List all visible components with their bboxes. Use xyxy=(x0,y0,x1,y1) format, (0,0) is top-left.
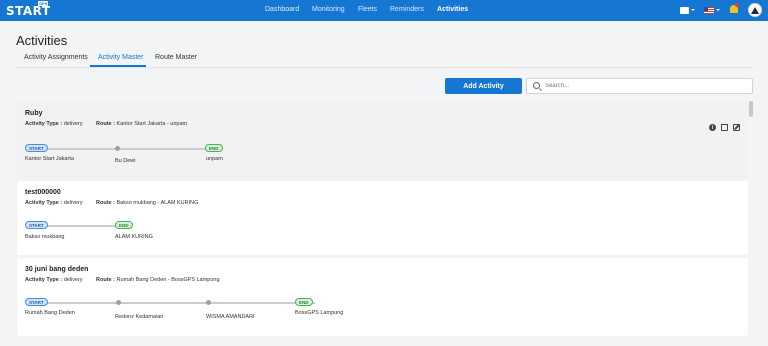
activity-route: Route : Bakso mukbang - ALAM KURING xyxy=(96,200,198,206)
activity-type-value: delivery xyxy=(63,121,83,127)
top-nav-bar: START GPS Dashboard Monitoring Fleets Re… xyxy=(0,0,768,21)
stop-label: Kantor Start Jakarta xyxy=(25,156,74,162)
end-badge: END xyxy=(295,298,313,306)
nav-monitoring[interactable]: Monitoring xyxy=(312,6,345,13)
activity-type: Activity Type : delivery xyxy=(25,121,83,127)
start-badge: START xyxy=(25,221,48,229)
route-label: Route : xyxy=(96,121,115,127)
scrollbar[interactable] xyxy=(749,101,753,117)
us-flag-icon[interactable] xyxy=(704,7,714,14)
activity-type: Activity Type : delivery xyxy=(25,277,83,283)
start-badge: START xyxy=(25,144,48,152)
notification-dot xyxy=(735,3,739,7)
activity-type-value: delivery xyxy=(63,200,83,206)
add-activity-button[interactable]: Add Activity xyxy=(445,78,522,94)
stop-label: WISMA AMANDARI xyxy=(206,314,255,320)
chevron-down-icon[interactable] xyxy=(716,9,720,11)
route-value: Bakso mukbang - ALAM KURING xyxy=(116,200,199,206)
stop-marker xyxy=(206,300,211,305)
stop-label: Bakso mukbang xyxy=(25,234,65,240)
activity-card[interactable]: test000000 Activity Type : delivery Rout… xyxy=(17,181,748,255)
nav-fleets[interactable]: Fleets xyxy=(358,6,377,13)
activity-type-value: delivery xyxy=(63,277,83,283)
stop-marker xyxy=(116,300,121,305)
activity-name: test000000 xyxy=(25,189,61,196)
end-badge: END xyxy=(205,144,223,152)
activity-name: Ruby xyxy=(25,110,43,117)
route-value: Kantor Start Jakarta - unpam xyxy=(116,121,188,127)
activity-type-label: Activity Type : xyxy=(25,200,63,206)
activity-type-label: Activity Type : xyxy=(25,277,63,283)
start-logo[interactable]: START GPS xyxy=(6,1,51,18)
logo-badge: GPS xyxy=(38,1,49,6)
activity-route: Route : Kantor Start Jakarta - unpam xyxy=(96,121,187,127)
tab-activity-master[interactable]: Activity Master xyxy=(98,54,144,61)
stop-label: Rumah Bang Deden xyxy=(25,310,75,316)
search-icon xyxy=(533,82,540,89)
trash-icon[interactable] xyxy=(721,124,728,131)
avatar[interactable] xyxy=(748,3,762,17)
card-actions: i xyxy=(709,124,740,133)
stop-label: unpam xyxy=(206,156,223,162)
tab-activity-assignments[interactable]: Activity Assignments xyxy=(24,54,88,61)
logo-text: START xyxy=(6,4,51,18)
search-box xyxy=(526,78,753,94)
stop-label: ALAM KURING xyxy=(115,234,153,240)
start-badge: START xyxy=(25,298,48,306)
stop-label: BossGPS Lampung xyxy=(295,310,344,316)
chevron-down-icon[interactable] xyxy=(691,9,695,11)
route-line xyxy=(45,302,315,304)
nav-reminders[interactable]: Reminders xyxy=(390,6,424,13)
tab-divider xyxy=(16,67,752,68)
activity-name: 30 juni bang deden xyxy=(25,266,89,273)
route-value: Rumah Bang Deden - BossGPS Lampung xyxy=(116,277,220,283)
activity-route: Route : Rumah Bang Deden - BossGPS Lampu… xyxy=(96,277,220,283)
activity-card[interactable]: Ruby Activity Type : delivery Route : Ka… xyxy=(17,102,748,178)
route-line xyxy=(45,148,215,150)
tab-route-master[interactable]: Route Master xyxy=(155,54,197,61)
book-icon[interactable] xyxy=(680,7,689,14)
user-avatar-icon xyxy=(751,6,759,14)
route-label: Route : xyxy=(96,200,115,206)
activity-type: Activity Type : delivery xyxy=(25,200,83,206)
info-icon[interactable]: i xyxy=(709,124,716,131)
stop-label: Redonz Kedamaian xyxy=(115,314,164,320)
stop-marker xyxy=(115,146,120,151)
stop-label: Bu Dewi xyxy=(115,158,136,164)
activity-type-label: Activity Type : xyxy=(25,121,63,127)
edit-icon[interactable] xyxy=(733,124,740,131)
activity-card[interactable]: 30 juni bang deden Activity Type : deliv… xyxy=(17,258,748,336)
route-label: Route : xyxy=(96,277,115,283)
search-input[interactable] xyxy=(545,81,745,91)
nav-activities[interactable]: Activities xyxy=(437,6,468,13)
page-title: Activities xyxy=(16,33,68,48)
nav-dashboard[interactable]: Dashboard xyxy=(265,6,299,13)
end-badge: END xyxy=(115,221,133,229)
